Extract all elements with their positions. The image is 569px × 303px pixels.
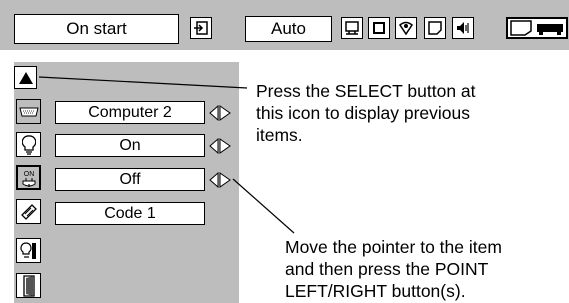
point-hint-text: Move the pointer to the item and then pr…: [285, 237, 502, 301]
select-hint-text: Press the SELECT button at this icon to …: [256, 81, 476, 145]
